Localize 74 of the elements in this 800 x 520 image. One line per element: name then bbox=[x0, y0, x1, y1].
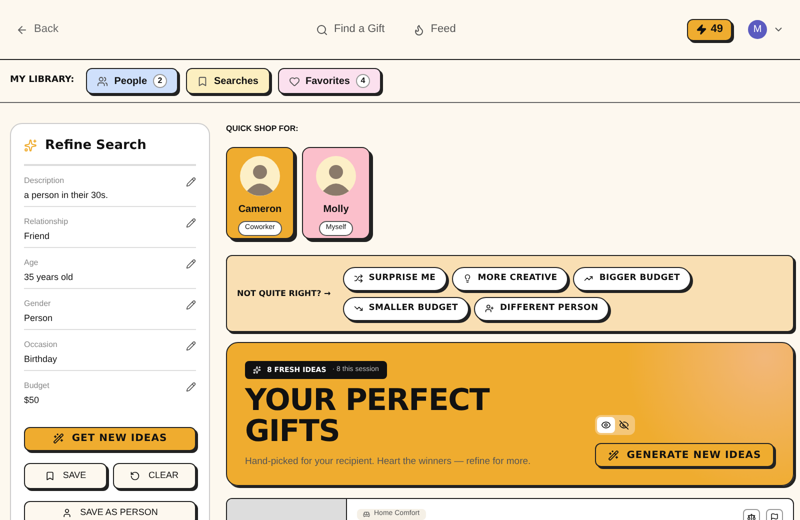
eye-off-icon bbox=[618, 420, 629, 430]
field-value: a person in their 30s. bbox=[24, 190, 108, 200]
edit-icon[interactable] bbox=[186, 300, 196, 310]
credits-button[interactable]: 49 bbox=[686, 18, 732, 40]
trend-down-icon bbox=[354, 304, 363, 313]
library-tab[interactable]: People 2 bbox=[86, 68, 178, 94]
nav-link[interactable]: Find a Gift bbox=[316, 21, 385, 38]
suggestion-label: NOT QUITE RIGHT? → bbox=[237, 288, 331, 300]
person-icon bbox=[62, 508, 72, 518]
library-tab[interactable]: Favorites 4 bbox=[278, 68, 381, 94]
suggestion-chip[interactable]: MORE CREATIVE bbox=[452, 266, 568, 290]
shuffle-icon bbox=[354, 274, 363, 283]
hero-title: YOUR PERFECT bbox=[245, 385, 491, 416]
count-badge: 4 bbox=[356, 74, 370, 88]
clear-button[interactable]: CLEAR bbox=[113, 462, 196, 488]
person-name: Cameron bbox=[238, 203, 282, 217]
count-badge: 2 bbox=[153, 74, 168, 88]
edit-icon[interactable] bbox=[186, 340, 196, 350]
edit-icon[interactable] bbox=[186, 218, 196, 228]
view-toggle-option[interactable] bbox=[596, 417, 615, 433]
edit-icon[interactable] bbox=[186, 382, 196, 392]
nav-link[interactable]: Feed bbox=[412, 21, 456, 38]
trend-up-icon bbox=[584, 274, 594, 283]
field-label: Budget bbox=[24, 382, 50, 390]
suggestion-chip[interactable]: SURPRISE ME bbox=[342, 266, 447, 290]
edit-icon[interactable] bbox=[186, 176, 196, 186]
field-value: Friend bbox=[24, 232, 51, 240]
sparkle-icon bbox=[253, 366, 261, 374]
wand-icon bbox=[608, 450, 619, 460]
avatar[interactable]: M bbox=[748, 20, 767, 39]
suggestion-chip[interactable]: SMALLER BUDGET bbox=[342, 296, 469, 320]
avatar-silhouette bbox=[240, 156, 280, 196]
hero-title: GIFTS bbox=[245, 416, 341, 447]
scale-icon bbox=[746, 513, 756, 520]
sofa-icon bbox=[363, 510, 370, 518]
lightbulb-icon bbox=[462, 274, 472, 283]
reset-icon bbox=[130, 470, 140, 480]
add-person-icon bbox=[485, 304, 494, 313]
person-name: Molly bbox=[323, 203, 349, 217]
library-tab[interactable]: Searches bbox=[186, 68, 270, 94]
save-button[interactable]: SAVE bbox=[24, 462, 107, 488]
field-label: Age bbox=[24, 258, 40, 266]
eye-icon bbox=[600, 420, 611, 430]
field-label: Occasion bbox=[24, 340, 58, 348]
back-link[interactable]: Back bbox=[16, 21, 316, 38]
field-value: Person bbox=[24, 314, 53, 322]
field-label: Description bbox=[24, 176, 66, 184]
heart-icon bbox=[288, 76, 300, 86]
save-as-person-button[interactable]: SAVE AS PERSON bbox=[24, 500, 196, 520]
bookmark-icon bbox=[197, 76, 208, 86]
field-label: Relationship bbox=[24, 218, 68, 226]
sparkle-icon bbox=[24, 139, 37, 152]
field-label: Gender bbox=[24, 300, 52, 308]
generate-ideas-button[interactable]: GENERATE NEW IDEAS bbox=[594, 443, 774, 467]
flame-icon bbox=[412, 24, 425, 36]
lightning-icon bbox=[696, 24, 707, 35]
search-icon bbox=[316, 24, 328, 36]
library-label: MY LIBRARY: bbox=[10, 74, 74, 88]
edit-icon[interactable] bbox=[186, 258, 196, 268]
bookmark-icon bbox=[44, 470, 55, 480]
panel-title: Refine Search bbox=[45, 137, 146, 155]
hero-subtitle: Hand-picked for your recipient. Heart the winners — refine for more. bbox=[245, 455, 532, 469]
field-value: Birthday bbox=[24, 354, 58, 364]
suggestion-chip[interactable]: BIGGER BUDGET bbox=[573, 266, 692, 290]
avatar-silhouette bbox=[316, 156, 356, 196]
field-value: 35 years old bbox=[24, 272, 74, 282]
field-value: $50 bbox=[24, 396, 40, 404]
wand-icon bbox=[52, 433, 64, 444]
people-icon bbox=[97, 76, 108, 86]
get-ideas-button[interactable]: GET NEW IDEAS bbox=[24, 426, 196, 450]
flag-icon bbox=[770, 513, 779, 520]
back-arrow-icon bbox=[16, 24, 28, 36]
suggestion-chip[interactable]: DIFFERENT PERSON bbox=[474, 296, 610, 320]
section-label: QUICK SHOP FOR: bbox=[226, 123, 300, 135]
